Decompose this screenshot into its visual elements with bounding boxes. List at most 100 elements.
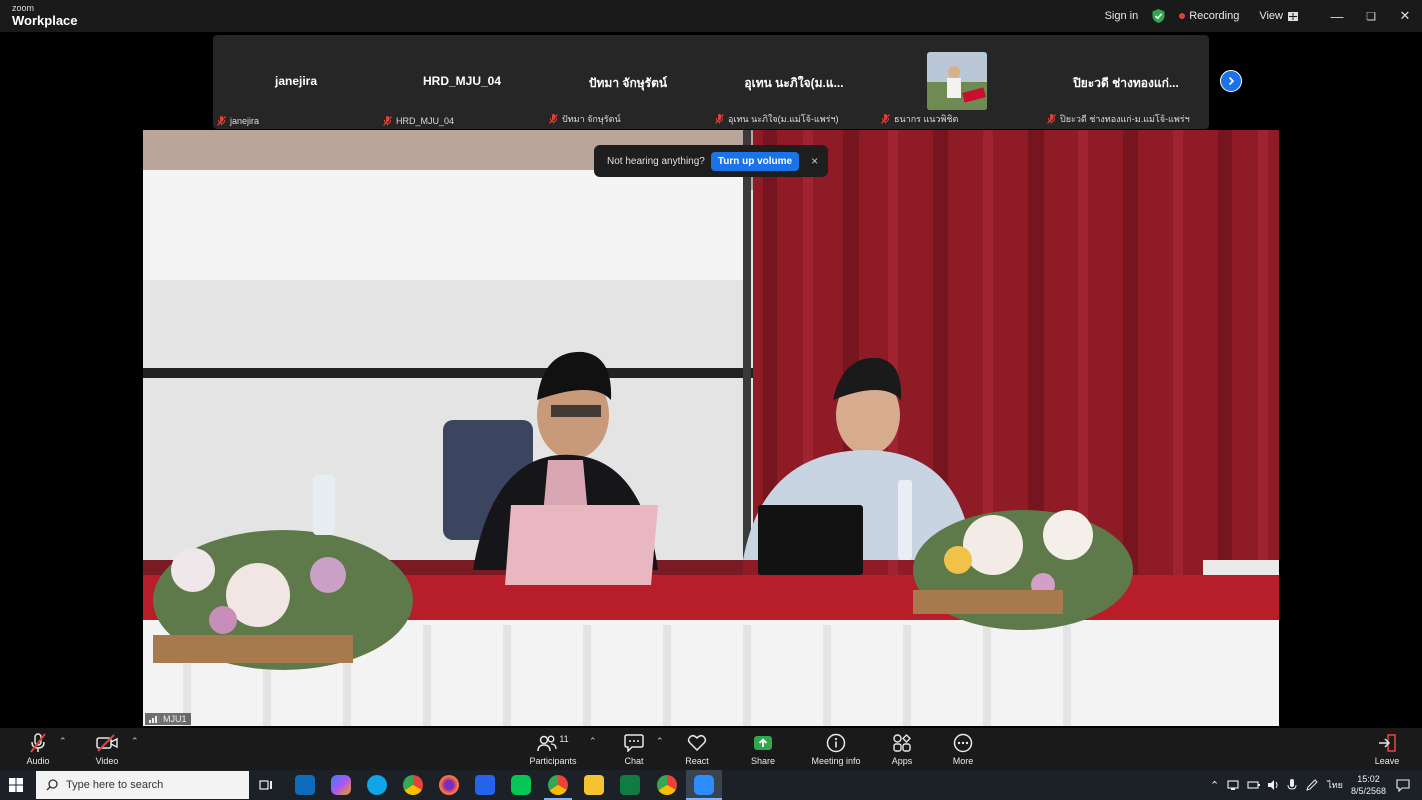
leave-icon bbox=[1379, 734, 1396, 752]
excel-app-icon[interactable] bbox=[620, 775, 640, 795]
participant-label: อุเทน นะภิใจ(ม.แม่โจ้-แพร่ฯ) bbox=[728, 114, 839, 124]
minimize-button[interactable]: — bbox=[1320, 9, 1354, 24]
chat-bubble-icon bbox=[624, 734, 644, 752]
chrome-app-icon-2[interactable] bbox=[657, 775, 677, 795]
more-button[interactable]: More bbox=[923, 732, 1003, 766]
copilot-app-icon[interactable] bbox=[331, 775, 351, 795]
participants-icon bbox=[537, 735, 557, 752]
video-participant-name: MJU1 bbox=[163, 714, 187, 724]
line-app-icon[interactable] bbox=[511, 775, 531, 795]
next-page-button[interactable] bbox=[1220, 70, 1242, 92]
brand-big: Workplace bbox=[12, 13, 78, 28]
clock-date: 8/5/2568 bbox=[1350, 786, 1386, 796]
more-icon bbox=[953, 733, 973, 753]
more-label: More bbox=[952, 756, 974, 766]
participant-avatar bbox=[927, 52, 987, 110]
toast-close-button[interactable]: × bbox=[811, 154, 818, 168]
edge-app-icon[interactable] bbox=[367, 775, 387, 795]
grid-icon bbox=[1288, 11, 1298, 21]
turn-up-volume-button[interactable]: Turn up volume bbox=[710, 151, 800, 171]
microphone-icon[interactable] bbox=[1287, 779, 1297, 791]
participant-strip: janejira janejira HRD_MJU_04 HRD_MJU_04 … bbox=[213, 35, 1209, 129]
share-label: Share bbox=[750, 756, 776, 766]
participant-tile[interactable]: janejira janejira bbox=[213, 35, 379, 129]
signal-bars-icon bbox=[149, 715, 160, 723]
security-shield-icon[interactable] bbox=[1152, 9, 1165, 23]
audio-notification-toast: Not hearing anything? Turn up volume × bbox=[594, 145, 828, 177]
close-window-button[interactable]: ✕ bbox=[1388, 8, 1422, 24]
input-language[interactable]: ไทย bbox=[1327, 778, 1343, 792]
video-label: Video bbox=[95, 756, 119, 766]
recording-indicator[interactable]: Recording bbox=[1179, 10, 1239, 22]
outlook-app-icon[interactable] bbox=[295, 775, 315, 795]
participant-tile[interactable]: ปิยะวดี ช่างทองแก่... ปิยะวดี ช่างทองแก่… bbox=[1043, 35, 1209, 129]
pen-icon[interactable] bbox=[1305, 779, 1319, 791]
participant-tile[interactable]: ธนากร แนวพิชิต bbox=[877, 35, 1043, 129]
participant-tile[interactable]: ปัทมา จักษุรัตน์ ปัทมา จักษุรัตน์ bbox=[545, 35, 711, 129]
battery-icon[interactable] bbox=[1247, 779, 1261, 791]
system-tray: ⌃ ไทย 15:02 8/5/2568 bbox=[1210, 770, 1422, 800]
participant-label: HRD_MJU_04 bbox=[396, 116, 455, 126]
recording-label: Recording bbox=[1189, 10, 1240, 22]
search-placeholder: Type here to search bbox=[66, 779, 164, 791]
muted-mic-icon bbox=[715, 114, 724, 124]
view-label: View bbox=[1259, 10, 1283, 22]
video-off-icon bbox=[96, 734, 118, 752]
file-explorer-app-icon[interactable] bbox=[584, 775, 604, 795]
info-icon bbox=[826, 733, 846, 753]
video-options-caret-icon[interactable]: ⌃ bbox=[131, 736, 139, 747]
apps-icon bbox=[893, 734, 911, 752]
participant-label: janejira bbox=[230, 116, 260, 126]
zoom-app-icon[interactable] bbox=[694, 775, 714, 795]
muted-mic-icon bbox=[1047, 114, 1056, 124]
show-hidden-icons-chevron-icon[interactable]: ⌃ bbox=[1210, 779, 1219, 792]
share-screen-icon bbox=[754, 736, 772, 750]
participant-name: อุเทน นะภิใจ(ม.แ... bbox=[744, 76, 844, 90]
title-bar: zoom Workplace Sign in Recording View — … bbox=[0, 0, 1422, 32]
participant-label: ปิยะวดี ช่างทองแก่-ม.แม่โจ้-แพร่ฯ bbox=[1060, 114, 1190, 124]
participants-button[interactable]: 11 Participants bbox=[513, 732, 593, 766]
notifications-icon[interactable] bbox=[1396, 778, 1410, 792]
search-icon bbox=[46, 779, 58, 791]
muted-microphone-icon bbox=[30, 733, 46, 753]
sign-in-link[interactable]: Sign in bbox=[1105, 10, 1139, 22]
view-button[interactable]: View bbox=[1259, 10, 1298, 22]
chrome-app-icon[interactable] bbox=[403, 775, 423, 795]
brand-small: zoom bbox=[12, 3, 35, 13]
participant-name: ปัทมา จักษุรัตน์ bbox=[588, 76, 668, 90]
video-name-label: MJU1 bbox=[145, 713, 191, 725]
participant-tile[interactable]: HRD_MJU_04 HRD_MJU_04 bbox=[379, 35, 545, 129]
participants-label: Participants bbox=[529, 756, 577, 766]
leave-button[interactable]: Leave bbox=[1347, 732, 1422, 766]
participant-name: HRD_MJU_04 bbox=[422, 74, 502, 88]
chevron-right-icon bbox=[1228, 76, 1235, 86]
chrome-profile-app-icon[interactable] bbox=[548, 775, 568, 795]
store-app-icon[interactable] bbox=[475, 775, 495, 795]
clock[interactable]: 15:02 8/5/2568 bbox=[1351, 773, 1386, 797]
video-frame bbox=[143, 130, 1279, 726]
main-video: MJU1 bbox=[143, 130, 1279, 726]
clock-time: 15:02 bbox=[1357, 774, 1380, 784]
muted-mic-icon bbox=[383, 116, 392, 126]
participant-label: ปัทมา จักษุรัตน์ bbox=[562, 114, 621, 124]
zoom-logo: zoom Workplace bbox=[12, 3, 78, 28]
share-button[interactable]: Share bbox=[723, 732, 803, 766]
participant-name: ปิยะวดี ช่างทองแก่... bbox=[1073, 76, 1179, 90]
restore-button[interactable]: ❏ bbox=[1354, 10, 1388, 23]
windows-taskbar: Type here to search ⌃ ไทย 15:02 8/5/2568 bbox=[0, 770, 1422, 800]
toast-message: Not hearing anything? bbox=[607, 155, 705, 167]
audio-options-caret-icon[interactable]: ⌃ bbox=[59, 736, 67, 747]
speaker-icon[interactable] bbox=[1267, 779, 1281, 791]
firefox-app-icon[interactable] bbox=[439, 775, 459, 795]
participant-name: janejira bbox=[274, 74, 318, 88]
muted-mic-icon bbox=[217, 116, 226, 126]
meeting-toolbar: Audio ⌃ Video ⌃ 11 Participants ⌃ Chat ⌃… bbox=[0, 728, 1422, 770]
taskbar-search-box[interactable]: Type here to search bbox=[36, 771, 249, 799]
network-icon[interactable] bbox=[1227, 779, 1241, 791]
windows-start-icon[interactable] bbox=[9, 778, 23, 792]
heart-icon bbox=[687, 734, 707, 752]
task-view-icon[interactable] bbox=[259, 778, 273, 792]
leave-label: Leave bbox=[1374, 756, 1400, 766]
muted-mic-icon bbox=[549, 114, 558, 124]
participant-tile[interactable]: อุเทน นะภิใจ(ม.แ... อุเทน นะภิใจ(ม.แม่โจ… bbox=[711, 35, 877, 129]
